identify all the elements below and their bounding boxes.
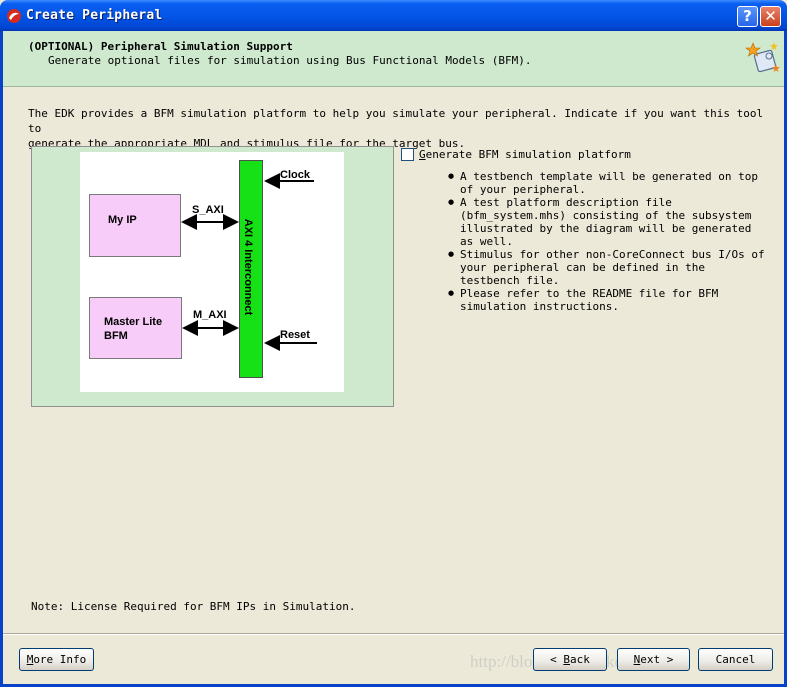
more-info-button[interactable]: More Info <box>19 648 94 671</box>
page-subtitle: Generate optional files for simulation u… <box>48 54 532 67</box>
license-note: Note: License Required for BFM IPs in Si… <box>31 600 356 613</box>
window-title: Create Peripheral <box>26 8 163 23</box>
list-item: Stimulus for other non-CoreConnect bus I… <box>446 248 768 287</box>
question-icon: ? <box>743 7 752 25</box>
intro-text: The EDK provides a BFM simulation platfo… <box>28 107 764 150</box>
back-mnemonic: B <box>563 653 570 666</box>
bfm-info-list: A testbench template will be generated o… <box>446 170 768 313</box>
list-item: A test platform description file (bfm_sy… <box>446 196 768 248</box>
help-button[interactable]: ? <box>737 6 758 27</box>
wizard-puzzle-icon <box>745 42 780 73</box>
next-label: ext > <box>640 653 674 666</box>
xilinx-app-icon <box>7 9 21 23</box>
generate-bfm-label[interactable]: Generate BFM simulation platform <box>419 148 631 161</box>
generate-bfm-text: enerate BFM simulation platform <box>425 148 631 161</box>
create-peripheral-window: Create Peripheral ? ✕ (OPTIONAL) Periphe… <box>0 0 787 687</box>
back-label: ack <box>570 653 590 666</box>
generate-bfm-checkbox[interactable] <box>401 148 414 161</box>
cancel-button[interactable]: Cancel <box>698 648 773 671</box>
footer-separator <box>3 633 784 635</box>
close-button[interactable]: ✕ <box>760 6 781 27</box>
next-button[interactable]: Next > <box>617 648 690 671</box>
bfm-diagram-panel: My IP Master Lite BFM AXI 4 Interconnect… <box>31 146 394 407</box>
close-icon: ✕ <box>764 7 777 25</box>
back-button[interactable]: < Back <box>533 648 607 671</box>
generate-bfm-mnemonic: G <box>419 148 426 161</box>
list-item: A testbench template will be generated o… <box>446 170 768 196</box>
title-bar[interactable]: Create Peripheral ? ✕ <box>0 0 787 31</box>
diagram-arrows <box>181 173 317 351</box>
back-prefix: < <box>550 653 564 666</box>
bfm-diagram: My IP Master Lite BFM AXI 4 Interconnect… <box>80 152 344 392</box>
list-item: Please refer to the README file for BFM … <box>446 287 768 313</box>
more-info-label: ore Info <box>33 653 87 666</box>
page-title: (OPTIONAL) Peripheral Simulation Support <box>28 40 293 53</box>
wizard-header: (OPTIONAL) Peripheral Simulation Support… <box>3 31 784 87</box>
